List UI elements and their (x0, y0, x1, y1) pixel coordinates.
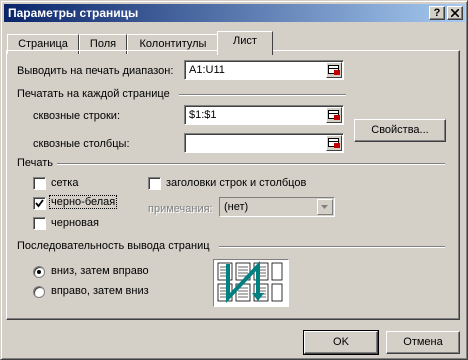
tab-page-label: Страница (18, 38, 68, 50)
gridlines-label: сетка (51, 177, 79, 189)
over-then-down-radio[interactable] (33, 286, 45, 298)
print-area-value: A1:U11 (189, 64, 225, 76)
help-button[interactable]: ? (429, 6, 445, 20)
close-icon (450, 8, 460, 20)
black-white-checkbox[interactable] (33, 197, 46, 210)
cols-to-repeat-label: сквозные столбцы: (33, 138, 130, 150)
print-area-range-button[interactable] (326, 62, 342, 78)
rows-to-repeat-input[interactable]: $1:$1 (184, 105, 344, 125)
comments-label: примечания: (148, 203, 213, 215)
page-order-illustration (213, 259, 289, 307)
title-bar[interactable]: Параметры страницы ? (4, 4, 465, 22)
range-select-icon (328, 138, 340, 148)
print-area-label: Выводить на печать диапазон: (17, 65, 174, 77)
page-order-separator (219, 246, 445, 248)
dropdown-arrow-icon (321, 205, 328, 209)
ok-button[interactable]: OK (303, 330, 379, 355)
cols-to-repeat-range-button[interactable] (326, 135, 342, 151)
down-then-over-label: вниз, затем вправо (51, 265, 149, 277)
rows-to-repeat-label: сквозные строки: (33, 110, 121, 122)
tab-header-footer-label: Колонтитулы (139, 38, 207, 50)
tab-sheet-label: Лист (233, 35, 257, 47)
print-titles-separator (179, 94, 346, 96)
print-titles-section-label: Печатать на каждой странице (17, 88, 170, 100)
page-order-icon (217, 260, 283, 304)
radio-selected-dot (37, 270, 41, 274)
range-select-icon (328, 65, 340, 75)
draft-label: черновая (51, 217, 99, 229)
help-icon: ? (433, 7, 441, 19)
row-col-headings-checkbox[interactable] (148, 177, 161, 190)
checkmark-icon (35, 199, 44, 208)
comments-select[interactable]: (нет) (219, 197, 335, 217)
black-white-label: черно-белая (48, 195, 118, 209)
window-title: Параметры страницы (8, 6, 139, 20)
rows-to-repeat-value: $1:$1 (189, 109, 217, 121)
page-setup-dialog: Параметры страницы ? Страница Поля Колон… (0, 0, 468, 360)
cols-to-repeat-input[interactable] (184, 133, 344, 153)
tab-margins-label: Поля (89, 38, 117, 50)
print-area-input[interactable]: A1:U11 (184, 60, 344, 80)
close-button[interactable] (447, 6, 463, 20)
row-col-headings-label: заголовки строк и столбцов (166, 177, 307, 189)
gridlines-checkbox[interactable] (33, 177, 46, 190)
draft-checkbox[interactable] (33, 217, 46, 230)
print-section-label: Печать (17, 157, 54, 169)
down-then-over-radio[interactable] (33, 266, 45, 278)
over-then-down-label: вправо, затем вниз (51, 285, 149, 297)
comments-value: (нет) (224, 201, 249, 213)
range-select-icon (328, 110, 340, 120)
cancel-button[interactable]: Отмена (386, 331, 460, 354)
print-separator (57, 163, 445, 165)
comments-dropdown-button[interactable] (317, 199, 333, 215)
tab-sheet[interactable]: Лист (217, 31, 273, 55)
rows-to-repeat-range-button[interactable] (326, 107, 342, 123)
page-order-section-label: Последовательность вывода страниц (17, 240, 210, 252)
properties-button[interactable]: Свойства... (354, 119, 446, 142)
